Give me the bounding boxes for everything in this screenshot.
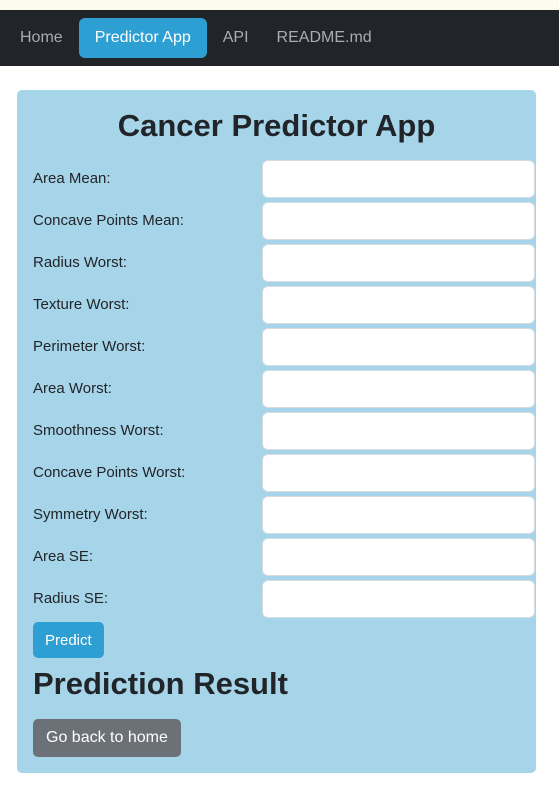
symmetry-worst-label: Symmetry Worst: xyxy=(33,506,148,523)
smoothness-worst-label: Smoothness Worst: xyxy=(33,422,164,439)
form-row-area-mean: Area Mean: xyxy=(33,160,535,198)
area-worst-input[interactable] xyxy=(262,370,535,408)
browser-top-strip xyxy=(0,0,559,10)
area-se-input[interactable] xyxy=(262,538,535,576)
perimeter-worst-label: Perimeter Worst: xyxy=(33,338,146,355)
radius-se-label: Radius SE: xyxy=(33,590,109,607)
area-mean-input[interactable] xyxy=(262,160,535,198)
nav-readme[interactable]: README.md xyxy=(265,18,384,58)
form-row-concave-points-worst: Concave Points Worst: xyxy=(33,454,535,492)
nav-api[interactable]: API xyxy=(211,18,261,58)
area-mean-label: Area Mean: xyxy=(33,170,111,187)
top-navbar: Home Predictor App API README.md xyxy=(0,10,559,66)
area-se-label: Area SE: xyxy=(33,548,94,565)
concave-points-worst-label: Concave Points Worst: xyxy=(33,464,186,481)
form-row-texture-worst: Texture Worst: xyxy=(33,286,535,324)
texture-worst-input[interactable] xyxy=(262,286,535,324)
page-title: Cancer Predictor App xyxy=(117,108,436,143)
concave-points-mean-input[interactable] xyxy=(262,202,535,240)
concave-points-worst-input[interactable] xyxy=(262,454,535,492)
smoothness-worst-input[interactable] xyxy=(262,412,535,450)
prediction-result-heading: Prediction Result xyxy=(33,666,288,701)
radius-worst-input[interactable] xyxy=(262,244,535,282)
concave-points-mean-label: Concave Points Mean: xyxy=(33,212,184,229)
nav-predictor-app[interactable]: Predictor App xyxy=(78,18,207,58)
nav-home[interactable]: Home xyxy=(8,18,75,58)
form-row-smoothness-worst: Smoothness Worst: xyxy=(33,412,535,450)
back-to-home-button[interactable]: Go back to home xyxy=(33,719,181,757)
form-row-radius-worst: Radius Worst: xyxy=(33,244,535,282)
form-row-symmetry-worst: Symmetry Worst: xyxy=(33,496,535,534)
perimeter-worst-input[interactable] xyxy=(262,328,535,366)
predict-button[interactable]: Predict xyxy=(33,622,104,658)
form-row-area-worst: Area Worst: xyxy=(33,370,535,408)
form-row-radius-se: Radius SE: xyxy=(33,580,535,618)
form-row-area-se: Area SE: xyxy=(33,538,535,576)
symmetry-worst-input[interactable] xyxy=(262,496,535,534)
form-row-perimeter-worst: Perimeter Worst: xyxy=(33,328,535,366)
radius-worst-label: Radius Worst: xyxy=(33,254,127,271)
form-row-concave-points-mean: Concave Points Mean: xyxy=(33,202,535,240)
predictor-form-panel: Cancer Predictor App Area Mean: Concave … xyxy=(17,90,536,773)
radius-se-input[interactable] xyxy=(262,580,535,618)
texture-worst-label: Texture Worst: xyxy=(33,296,130,313)
area-worst-label: Area Worst: xyxy=(33,380,112,397)
